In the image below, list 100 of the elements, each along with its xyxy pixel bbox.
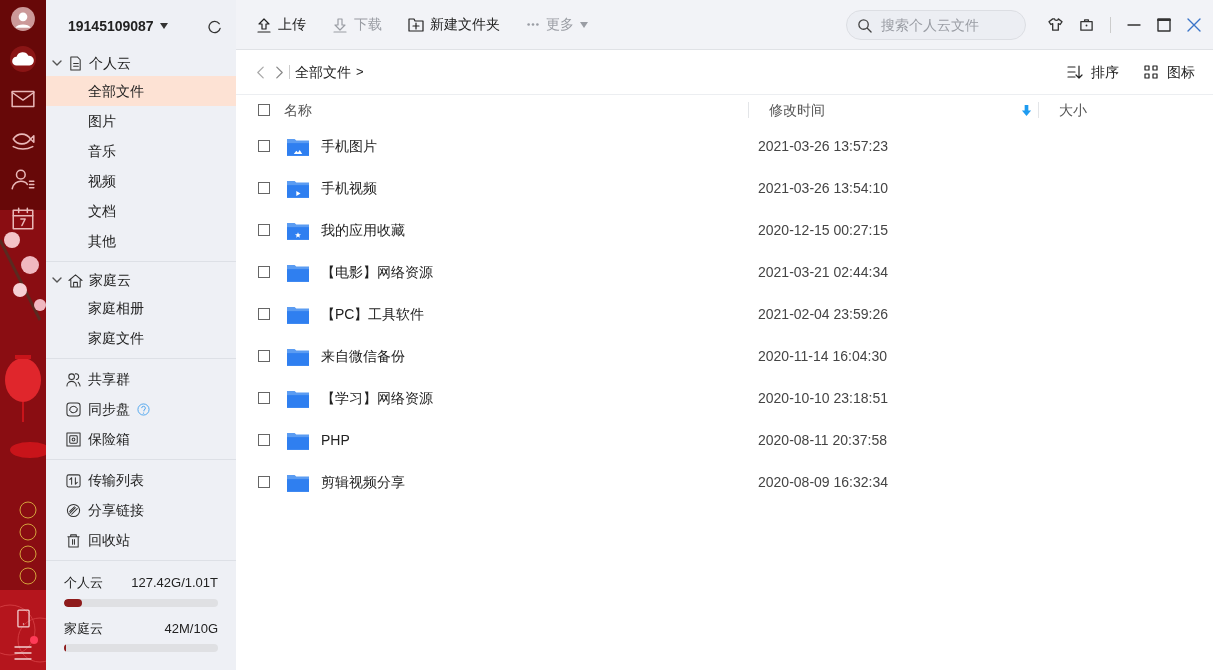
sidebar-link-label: 保险箱 <box>88 429 130 449</box>
checkbox[interactable] <box>258 266 270 278</box>
maximize-icon[interactable] <box>1157 17 1171 32</box>
column-header[interactable]: 名称 <box>284 99 312 121</box>
checkbox[interactable] <box>258 224 270 236</box>
file-name: 我的应用收藏 <box>321 220 406 240</box>
sidebar-group[interactable]: 个人云 <box>46 50 236 76</box>
transfer-icon <box>66 472 81 488</box>
file-name: 手机图片 <box>321 136 378 156</box>
file-row[interactable]: 我的应用收藏 2020-12-15 00:27:15 <box>236 209 1213 251</box>
group-label: 家庭云 <box>89 270 131 290</box>
modified-time: 2021-02-04 23:59:26 <box>758 304 888 324</box>
modified-time: 2020-11-14 16:04:30 <box>758 346 887 366</box>
checkbox[interactable] <box>258 476 270 488</box>
file-name: 手机视频 <box>321 178 378 198</box>
storage-reading: 127.42G/1.01T <box>131 574 218 592</box>
chevron-icon[interactable] <box>52 275 62 285</box>
chevron-icon[interactable] <box>52 58 62 68</box>
safe-icon <box>66 431 81 447</box>
caret-icon <box>580 21 588 28</box>
file-name: 来自微信备份 <box>321 346 406 366</box>
refresh-icon[interactable] <box>207 18 222 34</box>
sidebar-item[interactable]: 图片 <box>46 106 236 136</box>
file-name: 【电影】网络资源 <box>321 262 434 282</box>
checkbox[interactable] <box>258 350 270 362</box>
search-field[interactable]: 搜索个人云文件 <box>846 9 1026 40</box>
sort-icon <box>1067 64 1083 80</box>
sidebar-item[interactable]: 视频 <box>46 166 236 196</box>
shirt-icon[interactable] <box>1048 17 1063 32</box>
breadcrumb-separator: > <box>356 63 364 82</box>
file-row[interactable]: 手机图片 2021-03-26 13:57:23 <box>236 125 1213 167</box>
sidebar-group[interactable]: 家庭云 <box>46 267 236 293</box>
forward-icon[interactable] <box>275 65 284 79</box>
folder-icon <box>287 388 309 408</box>
cloud-icon[interactable] <box>10 46 36 72</box>
calendar-icon[interactable] <box>10 206 36 232</box>
account-dropdown[interactable]: 19145109087 <box>68 15 168 37</box>
folder-icon <box>287 430 309 450</box>
column-header[interactable]: 大小 <box>1059 99 1087 121</box>
toolbox-icon[interactable] <box>1079 17 1094 32</box>
view-button[interactable]: 图标 <box>1143 61 1195 83</box>
modified-time: 2020-10-10 23:18:51 <box>758 388 888 408</box>
search-icon <box>857 17 872 33</box>
modified-time: 2021-03-21 02:44:34 <box>758 262 888 282</box>
modified-time: 2020-08-11 20:37:58 <box>758 430 887 450</box>
sidebar-item[interactable]: 文档 <box>46 196 236 226</box>
modified-time: 2020-08-09 16:32:34 <box>758 472 888 492</box>
checkbox[interactable] <box>258 140 270 152</box>
file-row[interactable]: 来自微信备份 2020-11-14 16:04:30 <box>236 335 1213 377</box>
sidebar-link-label: 传输列表 <box>88 470 144 490</box>
sidebar-row[interactable]: 共享群 <box>46 364 236 394</box>
checkbox[interactable] <box>258 434 270 446</box>
file-row[interactable]: PHP 2020-08-11 20:37:58 <box>236 419 1213 461</box>
file-row[interactable]: 剪辑视频分享 2020-08-09 16:32:34 <box>236 461 1213 503</box>
sidebar-row[interactable]: 分享链接 <box>46 495 236 525</box>
menu-icon[interactable] <box>14 646 32 660</box>
sidebar-link-label: 分享链接 <box>88 500 144 520</box>
sidebar-item[interactable]: 家庭文件 <box>46 323 236 353</box>
sidebar-item[interactable]: 其他 <box>46 226 236 256</box>
toolbar-button[interactable]: 上传 <box>256 14 306 35</box>
storage-label: 家庭云 <box>64 619 103 638</box>
folder-icon <box>287 262 309 282</box>
sidebar-item[interactable]: 音乐 <box>46 136 236 166</box>
view-button[interactable]: 排序 <box>1067 61 1119 83</box>
download-icon <box>332 16 348 33</box>
avatar-icon[interactable] <box>10 6 36 32</box>
file-name: 【学习】网络资源 <box>321 388 434 408</box>
folder-icon <box>287 472 309 492</box>
upload-icon <box>256 16 272 33</box>
file-row[interactable]: 【电影】网络资源 2021-03-21 02:44:34 <box>236 251 1213 293</box>
toolbar-button[interactable]: 新建文件夹 <box>408 14 500 35</box>
checkbox[interactable] <box>258 182 270 194</box>
checkbox[interactable] <box>258 104 270 116</box>
sidebar-item[interactable]: 家庭相册 <box>46 293 236 323</box>
close-icon[interactable] <box>1187 17 1201 32</box>
trash-icon <box>66 532 81 548</box>
checkbox[interactable] <box>258 392 270 404</box>
file-row[interactable]: 手机视频 2021-03-26 13:54:10 <box>236 167 1213 209</box>
file-row[interactable]: 【PC】工具软件 2021-02-04 23:59:26 <box>236 293 1213 335</box>
phone-icon[interactable] <box>16 609 30 628</box>
sidebar-row[interactable]: 保险箱 <box>46 424 236 454</box>
sort-arrow-icon[interactable] <box>1021 103 1032 117</box>
sidebar-row[interactable]: 传输列表 <box>46 465 236 495</box>
home-icon <box>68 272 83 288</box>
more-icon <box>526 21 540 28</box>
storage-label: 个人云 <box>64 574 103 592</box>
sidebar-row[interactable]: 回收站 <box>46 525 236 555</box>
sidebar-item[interactable]: 全部文件 <box>46 76 236 106</box>
folder-icon <box>287 136 309 156</box>
sidebar-row[interactable]: 同步盘 <box>46 394 236 424</box>
folder-icon <box>287 220 309 240</box>
file-row[interactable]: 【学习】网络资源 2020-10-10 23:18:51 <box>236 377 1213 419</box>
breadcrumb-link[interactable]: 全部文件 <box>295 61 351 83</box>
folder-icon <box>287 346 309 366</box>
sidebar-link-label: 回收站 <box>88 530 130 550</box>
storage-reading: 42M/10G <box>164 619 218 638</box>
column-header[interactable]: 修改时间 <box>769 99 825 121</box>
sidebar-link-label: 同步盘 <box>88 399 130 419</box>
checkbox[interactable] <box>258 308 270 320</box>
modified-time: 2021-03-26 13:57:23 <box>758 136 888 156</box>
